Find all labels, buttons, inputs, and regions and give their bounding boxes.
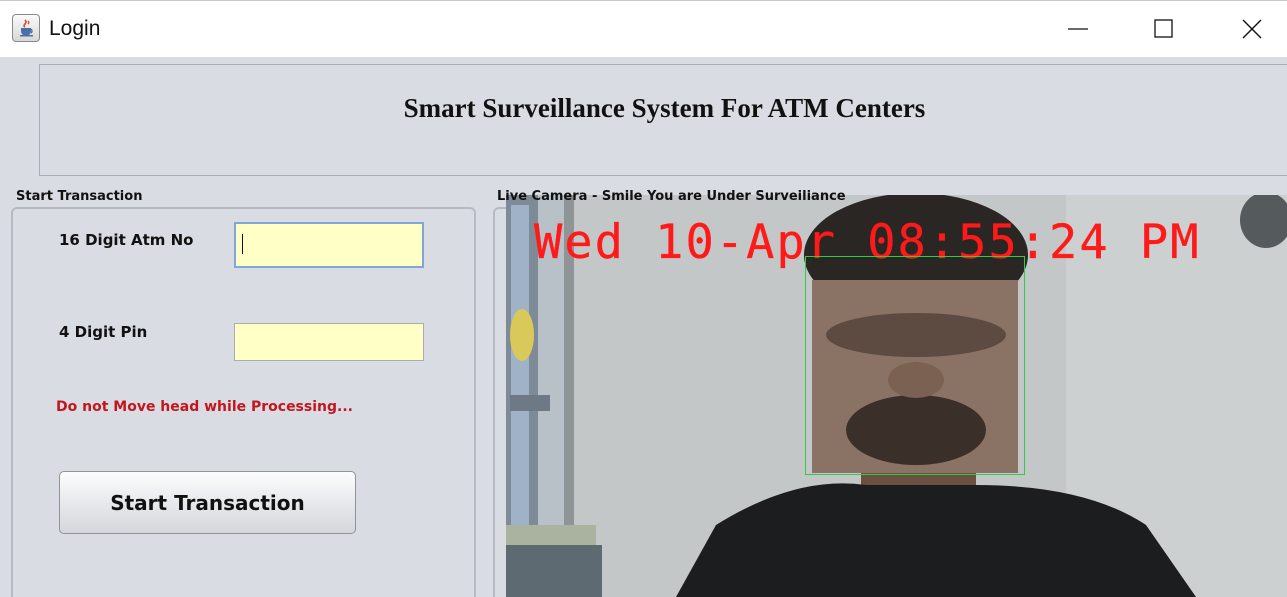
face-detection-box xyxy=(805,256,1025,475)
start-transaction-button[interactable]: Start Transaction xyxy=(59,471,356,534)
close-button[interactable] xyxy=(1217,1,1287,57)
page-title: Smart Surveillance System For ATM Center… xyxy=(403,93,926,123)
atm-number-label: 16 Digit Atm No xyxy=(59,231,194,249)
pin-label: 4 Digit Pin xyxy=(59,323,148,341)
minimize-icon xyxy=(1068,28,1088,30)
title-bar: Login xyxy=(0,0,1287,57)
maximize-button[interactable] xyxy=(1129,1,1199,57)
transaction-group-label: Start Transaction xyxy=(16,189,143,204)
close-icon xyxy=(1242,19,1262,39)
minimize-button[interactable] xyxy=(1043,1,1113,57)
live-camera-feed: Wed 10-Apr 08:55:24 PM xyxy=(506,195,1287,597)
maximize-icon xyxy=(1154,19,1173,38)
camera-group-label: Live Camera - Smile You are Under Survei… xyxy=(497,189,846,204)
login-window: Login Smart Surveillance System For ATM … xyxy=(0,0,1287,597)
java-cup-icon xyxy=(12,14,40,42)
window-title: Login xyxy=(49,17,101,40)
pin-input[interactable] xyxy=(234,323,424,361)
header-panel: Smart Surveillance System For ATM Center… xyxy=(39,64,1287,176)
text-caret xyxy=(242,234,243,254)
atm-number-input[interactable] xyxy=(234,222,424,268)
warning-message: Do not Move head while Processing... xyxy=(56,399,353,415)
